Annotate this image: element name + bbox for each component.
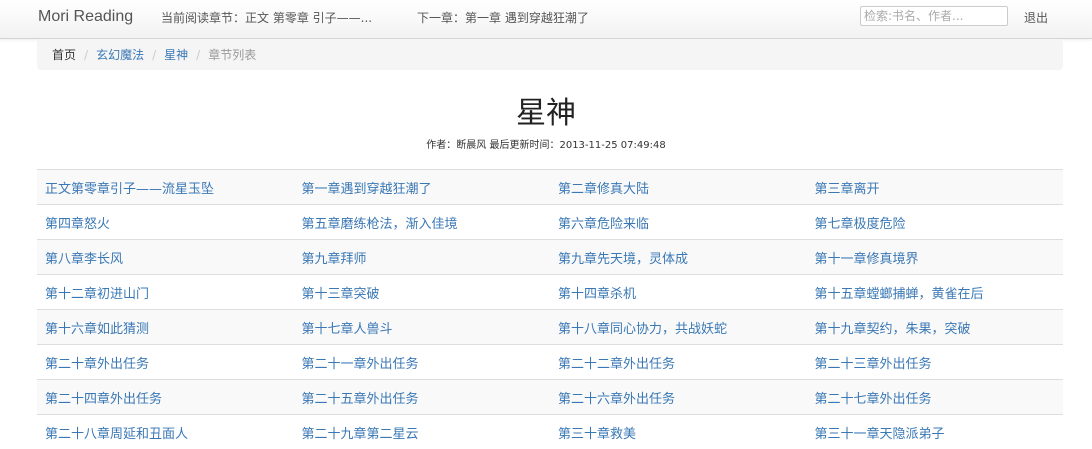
table-cell: 第三章离开 <box>807 170 1064 205</box>
table-row: 第二十八章周延和丑面人 第二十九章第二星云 第三十章救美 第三十一章天隐派弟子 <box>37 415 1063 449</box>
table-row: 正文第零章引子——流星玉坠 第一章遇到穿越狂潮了 第二章修真大陆 第三章离开 <box>37 170 1063 205</box>
chapter-table: 正文第零章引子——流星玉坠 第一章遇到穿越狂潮了 第二章修真大陆 第三章离开 第… <box>37 169 1063 449</box>
table-row: 第十六章如此猜测 第十七章人兽斗 第十八章同心协力，共战妖蛇 第十九章契约，朱果… <box>37 310 1063 345</box>
table-cell: 第十三章突破 <box>294 275 551 310</box>
table-cell: 第六章危险来临 <box>550 205 807 240</box>
chapter-link[interactable]: 第一章遇到穿越狂潮了 <box>302 182 432 197</box>
chapter-link[interactable]: 第二十三章外出任务 <box>815 357 932 372</box>
table-cell: 第二十七章外出任务 <box>807 380 1064 415</box>
table-cell: 正文第零章引子——流星玉坠 <box>37 170 294 205</box>
book-meta: 作者：断晨风 最后更新时间：2013-11-25 07:49:48 <box>0 136 1092 151</box>
chapter-link[interactable]: 第十九章契约，朱果，突破 <box>815 322 971 337</box>
table-cell: 第二十章外出任务 <box>37 345 294 380</box>
table-cell: 第二十一章外出任务 <box>294 345 551 380</box>
breadcrumb-separator: / <box>76 48 96 62</box>
chapter-link[interactable]: 第三十章救美 <box>558 427 636 442</box>
chapter-link[interactable]: 正文第零章引子——流星玉坠 <box>45 182 214 197</box>
search-input[interactable] <box>860 6 1008 26</box>
chapter-link[interactable]: 第九章先天境，灵体成 <box>558 252 688 267</box>
table-row: 第八章李长风 第九章拜师 第九章先天境，灵体成 第十一章修真境界 <box>37 240 1063 275</box>
next-chapter-link[interactable]: 下一章：第一章 遇到穿越狂潮了 <box>417 9 589 26</box>
table-cell: 第二十三章外出任务 <box>807 345 1064 380</box>
table-cell: 第十二章初进山门 <box>37 275 294 310</box>
table-cell: 第七章极度危险 <box>807 205 1064 240</box>
table-cell: 第十七章人兽斗 <box>294 310 551 345</box>
chapter-link[interactable]: 第二十五章外出任务 <box>302 392 419 407</box>
book-title: 星神 <box>0 88 1092 132</box>
table-cell: 第九章拜师 <box>294 240 551 275</box>
chapter-link[interactable]: 第九章拜师 <box>302 252 367 267</box>
chapter-link[interactable]: 第十二章初进山门 <box>45 287 149 302</box>
table-cell: 第四章怒火 <box>37 205 294 240</box>
table-cell: 第十五章螳螂捕蝉，黄雀在后 <box>807 275 1064 310</box>
table-cell: 第九章先天境，灵体成 <box>550 240 807 275</box>
chapter-link[interactable]: 第五章磨练枪法，渐入佳境 <box>302 217 458 232</box>
table-cell: 第十九章契约，朱果，突破 <box>807 310 1064 345</box>
breadcrumb-separator: / <box>144 48 164 62</box>
chapter-link[interactable]: 第十六章如此猜测 <box>45 322 149 337</box>
chapter-link[interactable]: 第三十一章天隐派弟子 <box>815 427 945 442</box>
table-cell: 第二十九章第二星云 <box>294 415 551 449</box>
table-row: 第十二章初进山门 第十三章突破 第十四章杀机 第十五章螳螂捕蝉，黄雀在后 <box>37 275 1063 310</box>
chapter-link[interactable]: 第十五章螳螂捕蝉，黄雀在后 <box>815 287 984 302</box>
chapter-link[interactable]: 第二十八章周延和丑面人 <box>45 427 188 442</box>
chapter-link[interactable]: 第三章离开 <box>815 182 880 197</box>
table-cell: 第二十二章外出任务 <box>550 345 807 380</box>
chapter-link[interactable]: 第四章怒火 <box>45 217 110 232</box>
chapter-link[interactable]: 第二十九章第二星云 <box>302 427 419 442</box>
table-cell: 第十一章修真境界 <box>807 240 1064 275</box>
table-cell: 第二章修真大陆 <box>550 170 807 205</box>
breadcrumb: 首页/玄幻魔法/星神/章节列表 <box>37 39 1063 70</box>
table-cell: 第八章李长风 <box>37 240 294 275</box>
chapter-link[interactable]: 第二十六章外出任务 <box>558 392 675 407</box>
current-chapter-link[interactable]: 当前阅读章节：正文 第零章 引子——... <box>161 9 372 26</box>
table-row: 第四章怒火 第五章磨练枪法，渐入佳境 第六章危险来临 第七章极度危险 <box>37 205 1063 240</box>
breadcrumb-separator: / <box>188 48 208 62</box>
table-row: 第二十四章外出任务 第二十五章外出任务 第二十六章外出任务 第二十七章外出任务 <box>37 380 1063 415</box>
chapter-link[interactable]: 第二十七章外出任务 <box>815 392 932 407</box>
table-cell: 第二十八章周延和丑面人 <box>37 415 294 449</box>
chapter-link[interactable]: 第二章修真大陆 <box>558 182 649 197</box>
chapter-link[interactable]: 第十八章同心协力，共战妖蛇 <box>558 322 727 337</box>
table-cell: 第十八章同心协力，共战妖蛇 <box>550 310 807 345</box>
chapter-link[interactable]: 第二十二章外出任务 <box>558 357 675 372</box>
chapter-link[interactable]: 第六章危险来临 <box>558 217 649 232</box>
brand-link[interactable]: Mori Reading <box>38 8 133 26</box>
chapter-link[interactable]: 第二十章外出任务 <box>45 357 149 372</box>
chapter-link[interactable]: 第十七章人兽斗 <box>302 322 393 337</box>
chapter-link[interactable]: 第十三章突破 <box>302 287 380 302</box>
chapter-link[interactable]: 第十一章修真境界 <box>815 252 919 267</box>
breadcrumb-category[interactable]: 玄幻魔法 <box>96 48 144 62</box>
chapter-link[interactable]: 第十四章杀机 <box>558 287 636 302</box>
top-navbar: Mori Reading 当前阅读章节：正文 第零章 引子——... 下一章：第… <box>0 0 1092 39</box>
table-cell: 第三十章救美 <box>550 415 807 449</box>
chapter-link[interactable]: 第八章李长风 <box>45 252 123 267</box>
chapter-link[interactable]: 第二十四章外出任务 <box>45 392 162 407</box>
table-cell: 第二十五章外出任务 <box>294 380 551 415</box>
chapter-link[interactable]: 第七章极度危险 <box>815 217 906 232</box>
table-cell: 第十六章如此猜测 <box>37 310 294 345</box>
table-cell: 第一章遇到穿越狂潮了 <box>294 170 551 205</box>
table-cell: 第十四章杀机 <box>550 275 807 310</box>
chapter-link[interactable]: 第二十一章外出任务 <box>302 357 419 372</box>
logout-link[interactable]: 退出 <box>1024 9 1048 26</box>
table-row: 第二十章外出任务 第二十一章外出任务 第二十二章外出任务 第二十三章外出任务 <box>37 345 1063 380</box>
table-cell: 第五章磨练枪法，渐入佳境 <box>294 205 551 240</box>
breadcrumb-book[interactable]: 星神 <box>164 48 188 62</box>
table-cell: 第三十一章天隐派弟子 <box>807 415 1064 449</box>
breadcrumb-home[interactable]: 首页 <box>52 48 76 62</box>
breadcrumb-current: 章节列表 <box>208 48 256 62</box>
table-cell: 第二十六章外出任务 <box>550 380 807 415</box>
table-cell: 第二十四章外出任务 <box>37 380 294 415</box>
